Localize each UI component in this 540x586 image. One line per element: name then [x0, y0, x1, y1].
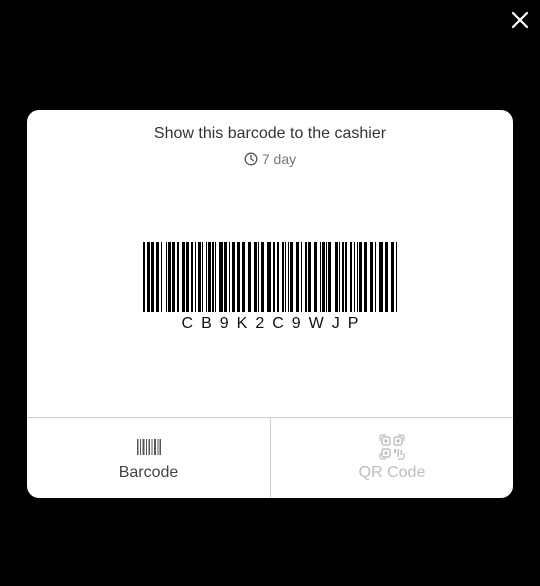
close-icon[interactable]: [508, 8, 532, 32]
barcode-bar: [345, 242, 347, 312]
barcode-bar: [375, 242, 376, 312]
barcode-bar: [339, 242, 340, 312]
barcode-bar: [354, 242, 355, 312]
barcode-bar: [359, 242, 362, 312]
barcode-bar: [151, 242, 154, 312]
barcode-bar: [391, 242, 394, 312]
barcode-bar: [301, 242, 302, 312]
barcode-bar: [248, 242, 251, 312]
barcode-bar: [229, 242, 230, 312]
barcode-bar: [195, 242, 196, 312]
barcode-bar: [328, 242, 331, 312]
barcode-bar: [219, 242, 223, 312]
barcode-number: CB9K2C9WJP: [181, 315, 367, 332]
barcode-bar: [277, 242, 279, 312]
barcode-bar: [166, 242, 167, 312]
barcode-bar: [258, 242, 259, 312]
barcode-bar: [212, 242, 214, 312]
barcode-bar: [254, 242, 257, 312]
barcode-screen: Show this barcode to the cashier 7 day C…: [0, 0, 540, 586]
barcode-bar: [296, 242, 299, 312]
barcode-bar: [282, 242, 284, 312]
barcode-bar: [385, 242, 388, 312]
barcode-bar: [182, 242, 185, 312]
barcode-bar: [232, 242, 235, 312]
barcode-bar: [237, 242, 240, 312]
validity-text: 7 day: [261, 151, 297, 167]
barcode-bar: [156, 242, 159, 312]
barcode-bar: [172, 242, 175, 312]
barcode-bar: [186, 242, 189, 312]
barcode-bar: [314, 242, 317, 312]
barcode-bar: [224, 242, 227, 312]
barcode-bar: [143, 242, 145, 312]
barcode: CB9K2C9WJP: [27, 242, 513, 333]
barcode-bar: [370, 242, 373, 312]
barcode-bar: [364, 242, 367, 312]
barcode-bar: [261, 242, 264, 312]
barcode-bar: [308, 242, 311, 312]
tab-qr-code[interactable]: QR Code: [271, 418, 513, 498]
barcode-bar: [191, 242, 193, 312]
barcode-bar: [168, 242, 171, 312]
barcode-bar: [290, 242, 293, 312]
barcode-bar: [215, 242, 216, 312]
tab-qr-code-label: QR Code: [358, 464, 426, 481]
close-button[interactable]: [508, 8, 532, 32]
barcode-bar: [342, 242, 344, 312]
barcode-bar: [357, 242, 358, 312]
barcode-bar: [350, 242, 352, 312]
barcode-bar: [267, 242, 271, 312]
barcode-image: [143, 242, 397, 312]
barcode-bar: [147, 242, 150, 312]
barcode-bar: [285, 242, 286, 312]
barcode-bar: [208, 242, 211, 312]
clock-icon: [244, 152, 258, 166]
barcode-bar: [305, 242, 307, 312]
barcode-bar: [198, 242, 201, 312]
modal-title: Show this barcode to the cashier: [153, 125, 387, 142]
barcode-bar: [288, 242, 289, 312]
barcode-bar: [206, 242, 207, 312]
barcode-bar: [320, 242, 321, 312]
barcode-bar: [242, 242, 245, 312]
barcode-bar: [322, 242, 325, 312]
validity-row: 7 day: [27, 151, 513, 167]
barcode-bar: [335, 242, 338, 312]
barcode-bar: [273, 242, 275, 312]
tab-barcode-label: Barcode: [118, 464, 179, 481]
barcode-bar: [177, 242, 179, 312]
barcode-bar: [326, 242, 327, 312]
barcode-card: Show this barcode to the cashier 7 day C…: [27, 110, 513, 498]
barcode-bar: [379, 242, 383, 312]
tab-barcode[interactable]: Barcode: [27, 418, 270, 498]
qr-code-icon: [379, 434, 405, 460]
barcode-bar: [396, 242, 397, 312]
barcode-bar: [161, 242, 162, 312]
barcode-bar: [202, 242, 203, 312]
barcode-icon: [136, 439, 161, 455]
